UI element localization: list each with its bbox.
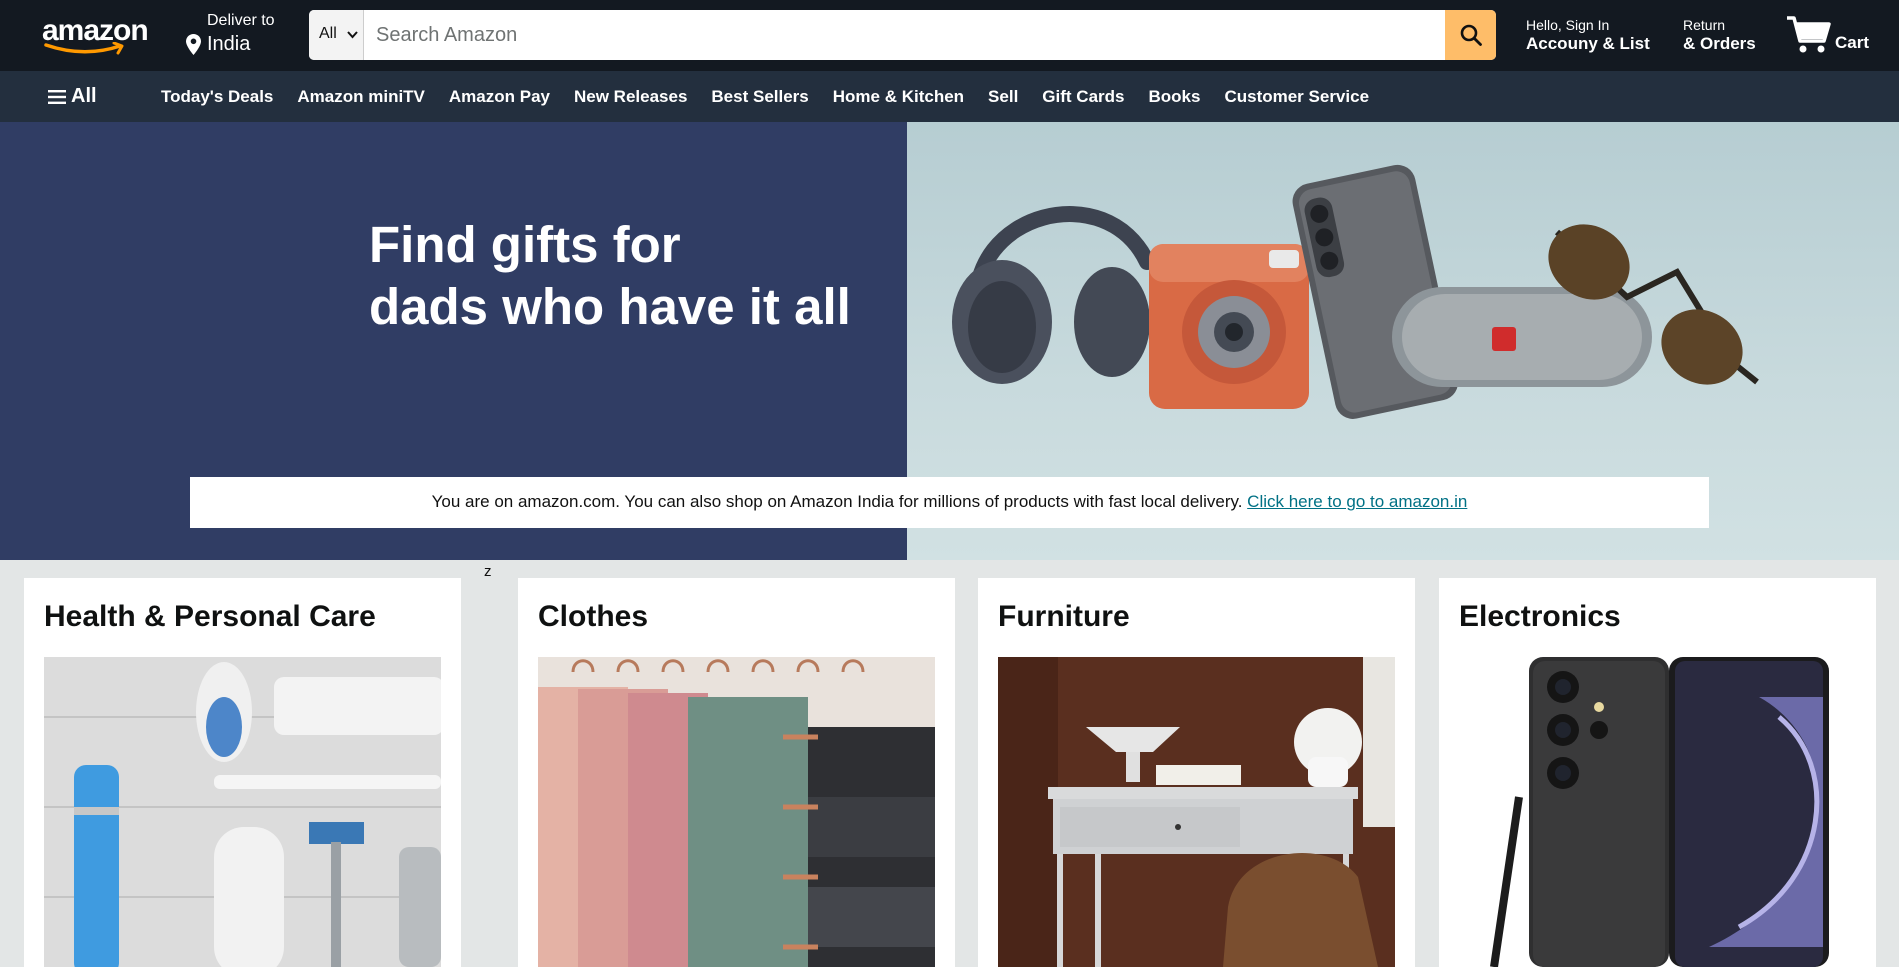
subnav-links: Today's Deals Amazon miniTV Amazon Pay N… [161,87,1369,107]
category-card-electronics[interactable]: Electronics [1439,578,1876,967]
deliver-label: Deliver to [207,12,275,29]
all-menu-button[interactable]: All [48,85,97,108]
amazon-logo[interactable]: amazon [42,14,149,55]
all-menu-label: All [71,85,97,107]
card-title: Furniture [998,600,1130,633]
subnav-link-gift-cards[interactable]: Gift Cards [1042,87,1124,107]
top-navigation-bar: amazon Deliver to India All Hello [0,0,1899,71]
card-image-health[interactable] [44,657,441,967]
speaker-icon [1392,287,1652,387]
card-image-furniture[interactable] [998,657,1395,967]
hamburger-menu-icon [48,89,66,104]
stray-character: z [484,563,492,580]
headphones-icon [952,206,1155,384]
country-redirect-notice: You are on amazon.com. You can also shop… [190,477,1709,528]
location-pin-icon [186,34,201,55]
account-greeting: Hello, Sign In [1526,17,1610,33]
account-and-lists[interactable]: Hello, Sign In Accouny & List [1526,17,1650,54]
hero-headline-line-1: Find gifts for [369,216,681,273]
search-input[interactable] [366,10,1436,60]
personal-care-products-image [44,657,441,967]
amazon-india-link[interactable]: Click here to go to amazon.in [1247,492,1467,511]
subnav-link-best-sellers[interactable]: Best Sellers [711,87,808,107]
hero-headline: Find gifts for dads who have it all [369,214,851,338]
furniture-desk-image [998,657,1395,967]
category-card-clothes[interactable]: Clothes [518,578,955,967]
cart-icon [1787,16,1831,53]
smile-arrow-icon [44,42,124,55]
card-image-electronics[interactable] [1459,657,1856,967]
category-card-health[interactable]: Health & Personal Care [24,578,461,967]
hero-headline-line-2: dads who have it all [369,278,851,335]
cart-label: Cart [1835,33,1870,52]
search-button[interactable] [1445,10,1496,60]
search-category-select[interactable]: All [309,10,364,60]
card-title: Health & Personal Care [44,600,376,633]
notice-text: You are on amazon.com. You can also shop… [431,492,1243,511]
subnav-link-books[interactable]: Books [1148,87,1200,107]
secondary-navigation-bar: All Today's Deals Amazon miniTV Amazon P… [0,71,1899,122]
subnav-link-amazon-minitv[interactable]: Amazon miniTV [297,87,425,107]
returns-and-orders[interactable]: Return & Orders [1683,17,1756,54]
clothes-on-hangers-image [538,657,935,967]
subnav-link-home-kitchen[interactable]: Home & Kitchen [833,87,964,107]
smartphone-product-image [1459,657,1856,967]
search-icon [1460,24,1482,46]
deliver-location: India [207,33,251,55]
instant-camera-icon [1149,244,1309,409]
subnav-link-amazon-pay[interactable]: Amazon Pay [449,87,550,107]
subnav-link-customer-service[interactable]: Customer Service [1224,87,1369,107]
search-bar: All [309,10,1496,60]
card-title: Clothes [538,600,649,633]
card-image-clothes[interactable] [538,657,935,967]
subnav-link-todays-deals[interactable]: Today's Deals [161,87,273,107]
category-card-furniture[interactable]: Furniture [978,578,1415,967]
orders-label: & Orders [1683,34,1756,53]
subnav-link-new-releases[interactable]: New Releases [574,87,687,107]
search-category-label: All [319,25,337,42]
subnav-link-sell[interactable]: Sell [988,87,1018,107]
account-label: Accouny & List [1526,34,1650,53]
card-title: Electronics [1459,600,1621,633]
chevron-down-icon [347,31,358,39]
returns-label: Return [1683,17,1726,33]
